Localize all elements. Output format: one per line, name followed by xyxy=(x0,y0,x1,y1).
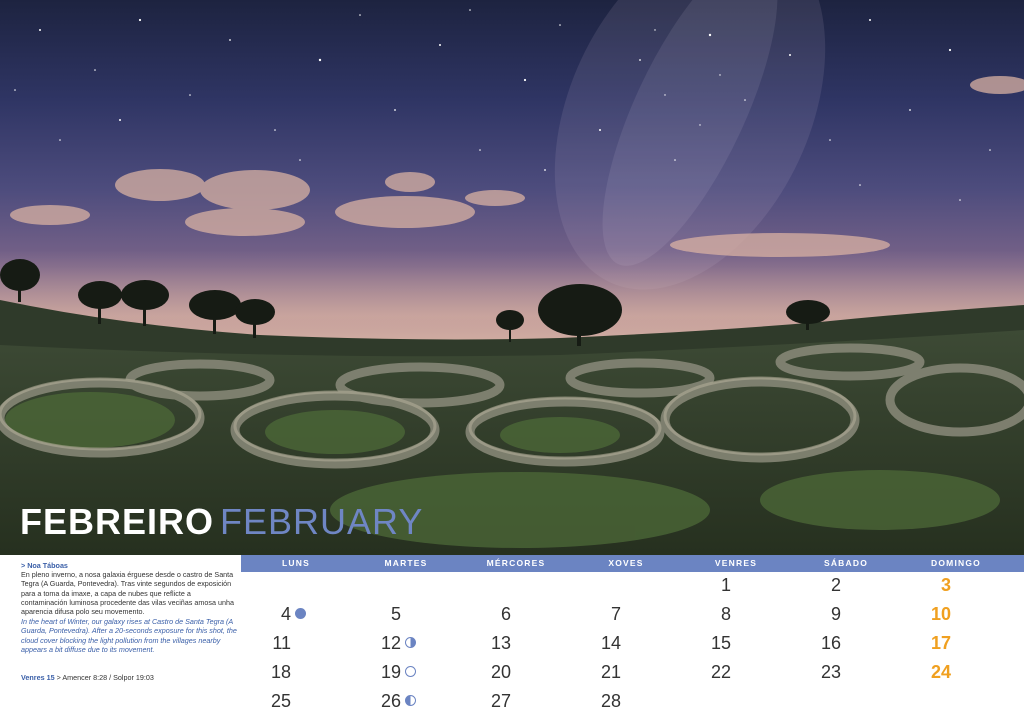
calendar-day: 3 xyxy=(901,571,1011,599)
moon-phase-full-icon xyxy=(405,666,416,677)
day-number: 19 xyxy=(380,662,401,682)
month-title-english: FEBRUARY xyxy=(220,501,424,542)
day-number: 8 xyxy=(720,604,731,624)
calendar-day: 12 xyxy=(351,629,461,657)
day-number: 5 xyxy=(390,604,401,624)
weekday-header: LUNS MARTES MÉRCORES XOVES VENRES SÁBADO… xyxy=(241,555,1024,572)
day-number: 28 xyxy=(600,691,621,711)
month-title: FEBREIRO FEBRUARY xyxy=(20,500,423,544)
calendar-day: 15 xyxy=(681,629,791,657)
sun-note-day: Venres 15 xyxy=(21,673,55,682)
caption-title: > Noa Táboas xyxy=(21,561,68,570)
day-number: 26 xyxy=(380,691,401,711)
calendar-day: 20 xyxy=(461,658,571,686)
day-number: 25 xyxy=(270,691,291,711)
calendar-day: 19 xyxy=(351,658,461,686)
day-number: 12 xyxy=(380,633,401,653)
calendar-day: 14 xyxy=(571,629,681,657)
day-number: 10 xyxy=(930,604,951,624)
moon-phase-first-icon xyxy=(405,637,416,648)
day-number: 23 xyxy=(820,662,841,682)
day-number: 16 xyxy=(820,633,841,653)
calendar-day: 1 xyxy=(681,571,791,599)
photo-art xyxy=(0,0,1024,555)
day-number: 17 xyxy=(930,633,951,653)
day-number: 11 xyxy=(272,633,291,653)
calendar-day: 13 xyxy=(461,629,571,657)
weekday-label: VENRES xyxy=(714,558,758,568)
calendar-day: 21 xyxy=(571,658,681,686)
calendar-day: 27 xyxy=(461,687,571,715)
day-number: 7 xyxy=(610,604,621,624)
sunrise-sunset-note: Venres 15 > Amencer 8:28 / Solpor 19:03 xyxy=(21,673,154,682)
month-title-galician: FEBREIRO xyxy=(20,501,215,542)
day-number: 3 xyxy=(940,575,951,595)
day-number: 6 xyxy=(500,604,511,624)
weekday-label: DOMINGO xyxy=(931,558,981,568)
calendar-day: 18 xyxy=(241,658,351,686)
caption-text-galician: En pleno inverno, a nosa galaxia érguese… xyxy=(21,570,234,617)
day-number: 15 xyxy=(710,633,731,653)
moon-phase-new-icon xyxy=(295,608,306,619)
weekday-label: MARTES xyxy=(384,558,428,568)
photo-caption: > Noa Táboas En pleno inverno, a nosa ga… xyxy=(21,561,239,654)
day-number: 13 xyxy=(490,633,511,653)
day-number: 27 xyxy=(490,691,511,711)
calendar-day: 25 xyxy=(241,687,351,715)
calendar-day: 9 xyxy=(791,600,901,628)
moon-phase-last-icon xyxy=(405,695,416,706)
cover-photo: FEBREIRO FEBRUARY xyxy=(0,0,1024,555)
weekday-label: MÉRCORES xyxy=(486,558,546,568)
calendar-day: 26 xyxy=(351,687,461,715)
calendar-day: 6 xyxy=(461,600,571,628)
calendar-day: 24 xyxy=(901,658,1011,686)
calendar-day: 11 xyxy=(241,629,351,657)
day-number: 18 xyxy=(270,662,291,682)
caption-text-english: In the heart of Winter, our galaxy rises… xyxy=(21,617,237,654)
sun-note-times: > Amencer 8:28 / Solpor 19:03 xyxy=(54,673,154,682)
day-number: 9 xyxy=(830,604,841,624)
calendar-day: 17 xyxy=(901,629,1011,657)
day-number: 1 xyxy=(720,575,731,595)
calendar-day: 28 xyxy=(571,687,681,715)
calendar-day: 23 xyxy=(791,658,901,686)
weekday-label: SÁBADO xyxy=(823,558,869,568)
calendar-day: 5 xyxy=(351,600,461,628)
day-number: 4 xyxy=(280,604,291,624)
weekday-label: LUNS xyxy=(282,558,310,568)
calendar-day: 8 xyxy=(681,600,791,628)
calendar-day: 16 xyxy=(791,629,901,657)
day-number: 20 xyxy=(490,662,511,682)
calendar-day: 7 xyxy=(571,600,681,628)
calendar-day: 4 xyxy=(241,600,351,628)
calendar-day: 10 xyxy=(901,600,1011,628)
calendar-day: 22 xyxy=(681,658,791,686)
weekday-label: XOVES xyxy=(608,558,644,568)
day-number: 21 xyxy=(600,662,621,682)
day-number: 14 xyxy=(600,633,621,653)
day-number: 22 xyxy=(710,662,731,682)
day-number: 2 xyxy=(830,575,841,595)
calendar-day: 2 xyxy=(791,571,901,599)
day-number: 24 xyxy=(930,662,951,682)
